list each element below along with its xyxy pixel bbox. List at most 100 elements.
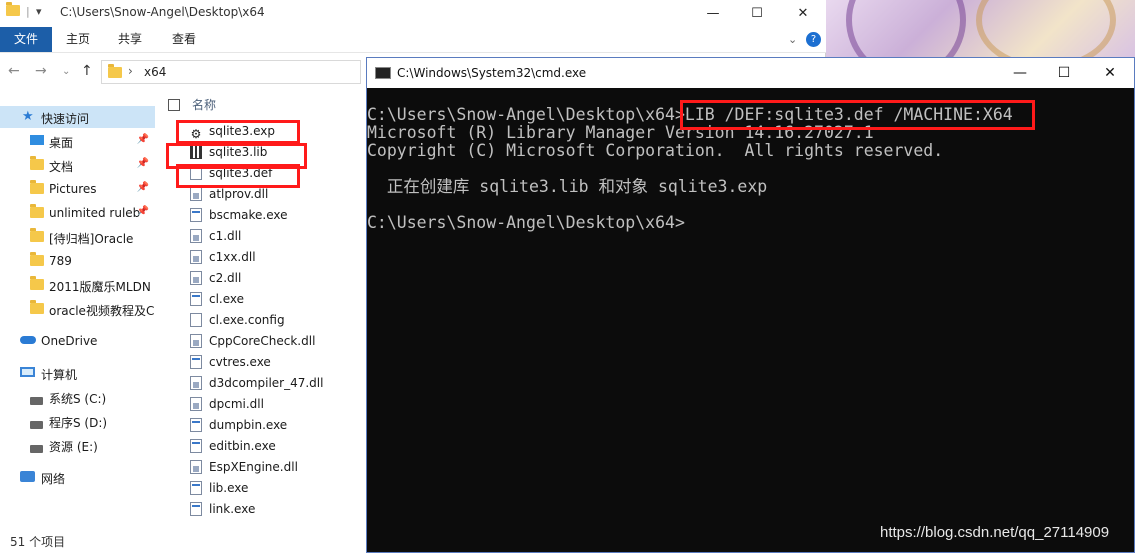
file-item[interactable]: CppCoreCheck.dll — [190, 334, 315, 355]
nav-item-unlimited-ruleb[interactable]: unlimited ruleb 📌 — [0, 202, 155, 224]
file-name: link.exe — [209, 502, 256, 516]
file-item[interactable]: bscmake.exe — [190, 208, 288, 229]
ribbon-expand-icon[interactable]: ⌄ — [788, 33, 797, 46]
file-item[interactable]: link.exe — [190, 502, 255, 523]
nav-item-drive-d[interactable]: 程序S (D:) — [0, 410, 155, 432]
quick-access-dropdown-icon[interactable]: ▾ — [36, 5, 42, 21]
nav-label: 计算机 — [41, 368, 78, 382]
network-icon — [20, 471, 35, 482]
file-name: atlprov.dll — [209, 187, 269, 201]
watermark-text: https://blog.csdn.net/qq_27114909 — [880, 524, 1110, 541]
address-field[interactable]: › x64 — [101, 60, 361, 84]
nav-item-mldn[interactable]: 2011版魔乐MLDN — [0, 274, 155, 296]
nav-item-computer[interactable]: 计算机 — [0, 362, 155, 384]
highlight-box — [680, 100, 1035, 130]
nav-label: 桌面 — [49, 136, 74, 150]
file-name: dumpbin.exe — [209, 418, 288, 432]
file-item[interactable]: atlprov.dll — [190, 187, 268, 208]
breadcrumb-chevron-icon[interactable]: › — [128, 64, 133, 78]
back-icon[interactable]: ← — [8, 63, 20, 79]
dll-file-icon — [190, 250, 202, 264]
config-file-icon — [190, 313, 202, 327]
folder-icon — [30, 204, 44, 221]
nav-label: 资源 (E:) — [49, 440, 98, 454]
file-name: cvtres.exe — [209, 355, 271, 369]
file-item[interactable]: lib.exe — [190, 481, 248, 502]
tab-home[interactable]: 主页 — [54, 27, 102, 52]
star-icon: ★ — [22, 109, 34, 124]
help-icon[interactable]: ? — [806, 32, 821, 47]
nav-label: 789 — [49, 254, 72, 268]
tab-view[interactable]: 查看 — [160, 27, 208, 52]
pin-icon[interactable]: 📌 — [137, 158, 149, 169]
console-line: Copyright (C) Microsoft Corporation. All… — [367, 141, 944, 160]
nav-item-desktop[interactable]: 桌面 📌 — [0, 130, 155, 152]
column-header-label: 名称 — [192, 98, 217, 112]
tab-share[interactable]: 共享 — [106, 27, 154, 52]
up-icon[interactable]: ↑ — [81, 63, 93, 79]
file-item[interactable]: cl.exe — [190, 292, 244, 313]
status-bar-item-count: 51 个项目 — [10, 535, 66, 549]
nav-label: 2011版魔乐MLDN — [49, 280, 151, 294]
nav-item-789[interactable]: 789 — [0, 250, 155, 272]
file-name: c1.dll — [209, 229, 242, 243]
tab-file[interactable]: 文件 — [0, 27, 52, 52]
file-item[interactable]: c2.dll — [190, 271, 241, 292]
highlight-box — [176, 164, 300, 188]
nav-item-pictures[interactable]: Pictures 📌 — [0, 178, 155, 200]
close-button[interactable]: ✕ — [1087, 58, 1133, 88]
breadcrumb-segment[interactable]: x64 — [144, 65, 166, 79]
close-button[interactable]: ✕ — [780, 0, 826, 27]
nav-label: OneDrive — [41, 334, 98, 348]
file-item[interactable]: cvtres.exe — [190, 355, 271, 376]
navigation-pane: ★ 快速访问 桌面 📌 文档 📌 Pictures 📌 unlimited ru… — [0, 100, 155, 530]
cmd-titlebar: C:\Windows\System32\cmd.exe — ☐ ✕ — [367, 58, 1134, 88]
file-item[interactable]: editbin.exe — [190, 439, 276, 460]
console-scrollbar[interactable] — [1117, 88, 1134, 552]
maximize-button[interactable]: ☐ — [734, 0, 780, 27]
console-output[interactable]: C:\Users\Snow-Angel\Desktop\x64>LIB /DEF… — [367, 106, 1127, 546]
file-item[interactable]: dumpbin.exe — [190, 418, 287, 439]
nav-label: 文档 — [49, 160, 74, 174]
minimize-button[interactable]: — — [690, 0, 736, 27]
minimize-button[interactable]: — — [997, 58, 1043, 88]
nav-label: 程序S (D:) — [49, 416, 108, 430]
folder-icon — [30, 180, 44, 197]
separator: | — [26, 5, 30, 18]
nav-item-onedrive[interactable]: OneDrive — [0, 330, 155, 352]
nav-item-oracle-archive[interactable]: [待归档]Oracle — [0, 226, 155, 248]
pin-icon[interactable]: 📌 — [137, 206, 149, 217]
pin-icon[interactable]: 📌 — [137, 134, 149, 145]
nav-item-drive-c[interactable]: 系统S (C:) — [0, 386, 155, 408]
folder-icon — [30, 276, 44, 293]
drive-icon — [30, 442, 43, 456]
recent-dropdown-icon[interactable]: ⌄ — [62, 66, 70, 77]
file-name: cl.exe — [209, 292, 245, 306]
pin-icon[interactable]: 📌 — [137, 182, 149, 193]
file-item[interactable]: c1.dll — [190, 229, 241, 250]
file-item[interactable]: c1xx.dll — [190, 250, 256, 271]
nav-label: 系统S (C:) — [49, 392, 107, 406]
nav-item-quick-access[interactable]: ★ 快速访问 — [0, 106, 155, 128]
file-name: d3dcompiler_47.dll — [209, 376, 324, 390]
column-header-name[interactable]: 名称 — [168, 96, 216, 113]
dll-file-icon — [190, 229, 202, 243]
file-item[interactable]: dpcmi.dll — [190, 397, 264, 418]
drive-icon — [30, 418, 43, 432]
forward-icon[interactable]: → — [35, 63, 47, 79]
select-all-checkbox[interactable] — [168, 99, 180, 111]
cloud-icon — [20, 336, 36, 344]
nav-item-documents[interactable]: 文档 📌 — [0, 154, 155, 176]
nav-label: oracle视频教程及C — [49, 304, 155, 318]
nav-label: 快速访问 — [41, 112, 90, 126]
maximize-button[interactable]: ☐ — [1041, 58, 1087, 88]
exe-file-icon — [190, 418, 202, 432]
file-item[interactable]: cl.exe.config — [190, 313, 285, 334]
nav-item-drive-e[interactable]: 资源 (E:) — [0, 434, 155, 456]
dll-file-icon — [190, 187, 202, 201]
dll-file-icon — [190, 460, 202, 474]
file-item[interactable]: EspXEngine.dll — [190, 460, 298, 481]
nav-item-network[interactable]: 网络 — [0, 466, 155, 488]
file-item[interactable]: d3dcompiler_47.dll — [190, 376, 323, 397]
nav-item-oracle-video[interactable]: oracle视频教程及C — [0, 298, 155, 320]
